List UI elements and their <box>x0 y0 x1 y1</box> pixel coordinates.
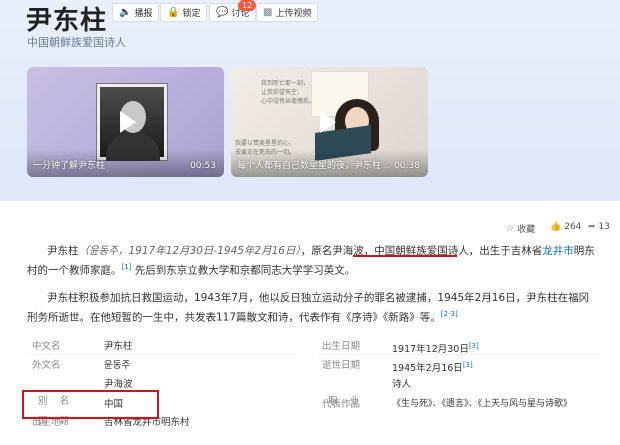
share-icon: ➦ <box>588 222 596 232</box>
info-value-occupation: 诗人 <box>392 376 411 393</box>
info-value-birth-date: 1917年12月30日[3] <box>392 338 479 355</box>
korean-name-dates: （윤동주，1917年12月30日-1945年2月16日） <box>78 245 301 257</box>
collect-label: 收藏 <box>517 225 536 235</box>
collect-button[interactable]: ☆ 收藏 <box>506 222 536 236</box>
info-value: 1917年12月30日 <box>392 344 469 356</box>
info-value-death-date: 1945年2月16日[3] <box>392 357 473 374</box>
like-count: 264 <box>564 222 582 232</box>
info-value-chinese-name: 尹东柱 <box>104 338 133 355</box>
info-label: 出生日期 <box>322 341 361 352</box>
video-card-1[interactable]: 一分钟了解尹东柱 00:53 <box>27 67 224 177</box>
person-name: 尹东柱 <box>47 245 79 257</box>
lock-button[interactable]: 🔒 锁定 <box>160 3 208 22</box>
video-duration: 00:53 <box>190 161 216 171</box>
highlight-underline <box>353 255 457 257</box>
intro-text-p2: 尹东柱积极参加抗日救国运动，1943年7月，他以反日独立运动分子的罪名被逮捕，1… <box>27 292 590 324</box>
longjing-link[interactable]: 龙井市 <box>542 245 574 257</box>
lock-icon: 🔒 <box>167 7 180 18</box>
info-value: 윤동주 <box>104 360 131 371</box>
info-row-chinese-name: 中文名 <box>32 338 61 355</box>
intro-text-d: 先后到东京立教大学和京都同志大学学习英文。 <box>131 264 356 277</box>
page-subtitle: 中国朝鲜族爱国诗人 <box>27 36 126 49</box>
video-card-2[interactable]: 我到死亡那一刻， 让我仰望天空， 心中没有丝毫愧疚。 我要以赞美星星的心， 去爱… <box>231 67 428 177</box>
star-icon: ☆ <box>506 223 515 234</box>
info-label: 中文名 <box>32 341 61 352</box>
poem-text-top: 我到死亡那一刻， 让我仰望天空， 心中没有丝毫愧疚。 <box>261 80 316 105</box>
info-label: 代表作品 <box>322 399 361 410</box>
section-divider <box>0 200 620 201</box>
info-row-occupation: 职 业 <box>322 376 359 407</box>
info-row-death-date: 逝世日期 <box>322 357 360 374</box>
info-value-works: 《生与死》、《遗言》、《上天与风与星与诗歌》 <box>392 396 572 413</box>
share-count: 13 <box>598 222 610 232</box>
info-row-works: 代表作品 <box>322 396 360 413</box>
ref-1[interactable]: [1] <box>122 263 132 271</box>
ref-3[interactable]: [3] <box>469 342 479 350</box>
ref-3[interactable]: [3] <box>463 361 473 369</box>
intro-paragraph-2: 尹东柱积极参加抗日救国运动，1943年7月，他以反日独立运动分子的罪名被逮捕，1… <box>27 290 597 326</box>
info-row-foreign-name: 外文名 <box>32 357 61 374</box>
intro-text-b: ，出生于吉林省 <box>468 245 543 257</box>
play-icon[interactable] <box>320 111 336 133</box>
info-value: 诗人 <box>392 379 412 390</box>
info-label: 外文名 <box>32 360 61 371</box>
play-icon[interactable] <box>120 111 136 133</box>
upload-icon: ▩ <box>263 7 273 18</box>
upload-video-label: 上传视频 <box>275 9 312 19</box>
play-audio-label: 播报 <box>134 9 153 19</box>
comment-icon: 💬 <box>216 7 229 18</box>
annotation-highlight-box <box>22 390 159 419</box>
info-value-foreign-name: 윤동주 <box>104 357 130 374</box>
thumbs-up-icon: 👍 <box>550 222 562 232</box>
row-divider <box>27 354 295 355</box>
info-value: 1945年2月16日 <box>392 363 463 375</box>
intro-paragraph-1: 尹东柱（윤동주，1917年12月30日-1945年2月16日），原名尹海波，中国… <box>27 243 597 279</box>
video-caption: 一分钟了解尹东柱 <box>33 161 106 171</box>
lock-label: 锁定 <box>182 9 201 19</box>
share-button[interactable]: ➦ 13 <box>588 222 610 232</box>
info-value: 尹东柱 <box>104 341 133 352</box>
like-button[interactable]: 👍 264 <box>550 222 581 232</box>
upload-video-button[interactable]: ▩ 上传视频 <box>256 3 319 22</box>
discuss-count-badge: 12 <box>238 0 257 11</box>
ref-2-3[interactable]: [2-3] <box>441 310 458 318</box>
info-value: 尹海波 <box>104 379 133 390</box>
page-title: 尹东柱 <box>26 6 108 36</box>
info-label: 逝世日期 <box>322 360 361 371</box>
info-value: 《生与死》、《遗言》、《上天与风与星与诗歌》 <box>392 399 573 409</box>
video-duration: 00:38 <box>394 161 420 171</box>
video-caption: 每个人都有自己数星星的夜，尹东柱... <box>237 161 390 171</box>
info-row-birth-date: 出生日期 <box>322 338 360 355</box>
play-audio-button[interactable]: 🔈 播报 <box>112 3 160 22</box>
speaker-icon: 🔈 <box>119 7 132 18</box>
